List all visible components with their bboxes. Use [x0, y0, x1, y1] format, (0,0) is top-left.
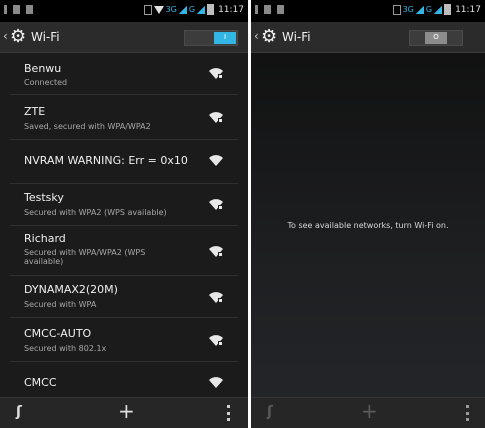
action-bar: ‹ ⚙ Wi-Fi I [0, 22, 248, 53]
network-name: NVRAM WARNING: Err = 0x10 [24, 154, 188, 167]
usb-icon [255, 5, 258, 14]
status-bar: 3G G 11:17 [0, 0, 248, 22]
network-item-richard[interactable]: Richard Secured with WPA/WPA2 (WPS avail… [10, 225, 238, 276]
wifi-off-message: To see available networks, turn Wi-Fi on… [287, 221, 449, 230]
wifi-status-icon [153, 5, 164, 14]
battery-icon [444, 4, 452, 15]
page-title: Wi-Fi [282, 30, 311, 44]
network-item-benwu[interactable]: Benwu Connected [10, 53, 238, 95]
sim-icon [392, 4, 401, 15]
gear-icon[interactable]: ⚙ [10, 28, 28, 46]
network-name: Testsky [24, 191, 64, 204]
network-name: Benwu [24, 62, 62, 75]
signal-icon-2 [197, 5, 206, 14]
screenshot-icon [277, 5, 284, 14]
gear-icon[interactable]: ⚙ [261, 28, 279, 46]
network-status: Connected [24, 78, 68, 87]
network-item-nvram[interactable]: NVRAM WARNING: Err = 0x10 [10, 139, 238, 184]
sim-icon [143, 4, 152, 15]
bottom-action-bar: ʃ + [0, 397, 248, 428]
wifi-secured-icon [209, 68, 223, 79]
network-status: Secured with WPA/WPA2 (WPS available) [24, 248, 146, 266]
network-status: Secured with WPA2 (WPS available) [24, 208, 167, 217]
toggle-label: I [223, 33, 227, 41]
network-name: CMCC [24, 376, 57, 389]
network-name: CMCC-AUTO [24, 327, 92, 340]
wifi-secured-icon [209, 292, 223, 303]
signal-icon-2 [434, 5, 443, 14]
network-item-dynamax[interactable]: DYNAMAX2(20M) Secured with WPA [10, 275, 238, 318]
action-bar: ‹ ⚙ Wi-Fi O [251, 22, 485, 53]
network-status: Secured with WPA [24, 300, 97, 309]
usb-icon [4, 5, 7, 14]
overflow-menu-icon[interactable] [466, 405, 469, 421]
wifi-open-icon [209, 155, 223, 166]
wifi-open-icon [209, 377, 223, 388]
back-icon[interactable]: ‹ [254, 30, 259, 42]
add-network-button[interactable]: + [118, 401, 135, 421]
battery-icon [207, 4, 215, 15]
network-type-2: G [188, 5, 196, 14]
network-item-cmcc[interactable]: CMCC [10, 361, 238, 399]
wifi-secured-icon [209, 246, 223, 257]
screenshot-icon [26, 5, 33, 14]
wps-icon[interactable]: ʃ [16, 404, 22, 420]
network-name: DYNAMAX2(20M) [24, 283, 118, 296]
wifi-secured-icon [209, 335, 223, 346]
bottom-action-bar: ʃ + [251, 397, 485, 428]
clock: 11:17 [218, 4, 244, 15]
notification-icon [13, 5, 20, 14]
wifi-settings-screen-off: 3G G 11:17 ‹ ⚙ Wi-Fi O To see available … [251, 0, 485, 428]
wifi-toggle[interactable]: I [184, 30, 238, 46]
add-network-button: + [361, 399, 378, 423]
status-bar: 3G G 11:17 [251, 0, 485, 22]
network-item-cmcc-auto[interactable]: CMCC-AUTO Secured with 802.1x [10, 317, 238, 362]
network-item-zte[interactable]: ZTE Saved, secured with WPA/WPA2 [10, 94, 238, 140]
wps-icon: ʃ [267, 404, 273, 420]
network-type-2: G [425, 5, 433, 14]
wifi-settings-screen-on: 3G G 11:17 ‹ ⚙ Wi-Fi I Benwu Connected Z… [0, 0, 248, 428]
network-item-testsky[interactable]: Testsky Secured with WPA2 (WPS available… [10, 183, 238, 226]
signal-icon [415, 5, 424, 14]
clock: 11:17 [455, 4, 481, 15]
toggle-knob: O [425, 32, 447, 44]
network-status: Secured with 802.1x [24, 344, 107, 353]
wifi-toggle[interactable]: O [409, 30, 463, 46]
network-type: 3G [402, 5, 414, 14]
notification-icon [264, 5, 271, 14]
back-icon[interactable]: ‹ [3, 30, 8, 42]
wifi-secured-icon [209, 199, 223, 210]
overflow-menu-icon[interactable] [227, 405, 230, 421]
network-name: Richard [24, 232, 66, 245]
network-status: Saved, secured with WPA/WPA2 [24, 122, 151, 131]
network-name: ZTE [24, 105, 46, 118]
toggle-label: O [433, 33, 439, 41]
page-title: Wi-Fi [31, 30, 60, 44]
network-type: 3G [165, 5, 177, 14]
signal-icon [178, 5, 187, 14]
toggle-knob: I [214, 32, 236, 44]
wifi-secured-icon [209, 112, 223, 123]
